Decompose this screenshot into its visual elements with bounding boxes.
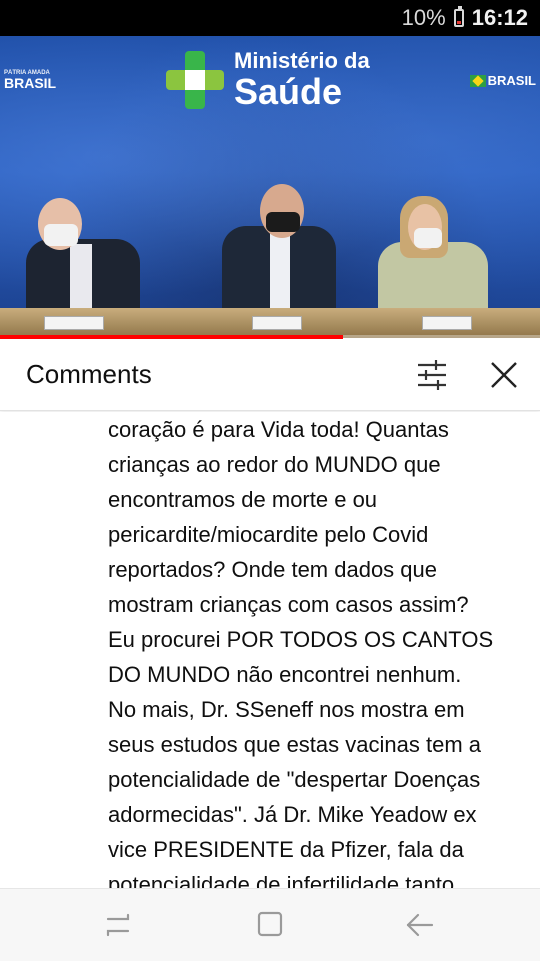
- video-player[interactable]: PÁTRIA AMADA BRASIL Ministério da Saúde …: [0, 36, 540, 338]
- comment-line: mostram crianças com casos assim?: [108, 592, 469, 617]
- comments-header: Comments: [0, 339, 540, 411]
- nameplate: [422, 316, 472, 330]
- comment-line: coração é para Vida toda! Quantas: [108, 417, 449, 442]
- battery-icon: [453, 6, 464, 27]
- recent-apps-button[interactable]: [98, 909, 138, 941]
- back-icon: [406, 913, 434, 937]
- comment-line: potencialidade de infertilidade tanto: [108, 872, 455, 888]
- brazil-flag-icon: [469, 74, 486, 87]
- nameplate: [44, 316, 104, 330]
- system-nav-bar: [0, 888, 540, 961]
- nameplate: [252, 316, 302, 330]
- comment-line: DO MUNDO não encontrei nenhum.: [108, 662, 462, 687]
- battery-percent: 10%: [401, 5, 446, 30]
- sort-filter-button[interactable]: [412, 355, 452, 395]
- ministry-logo-line2: Saúde: [234, 71, 343, 112]
- home-button[interactable]: [250, 909, 290, 941]
- clock: 16:12: [471, 5, 528, 30]
- comment-line: potencialidade de "despertar Doenças: [108, 767, 481, 792]
- close-comments-button[interactable]: [484, 355, 524, 395]
- comment-line: Eu procurei POR TODOS OS CANTOS: [108, 627, 494, 652]
- comment-line: vice PRESIDENTE da Pfizer, fala da: [108, 837, 464, 862]
- comment-line: encontramos de morte e ou: [108, 487, 378, 512]
- home-icon: [257, 911, 283, 937]
- sort-filter-icon: [418, 360, 446, 390]
- brasil-government-logo-right: BRASIL: [469, 74, 536, 87]
- comment-line: seus estudos que estas vacinas tem a: [108, 732, 481, 757]
- status-bar: 10% 16:12: [0, 0, 540, 36]
- health-cross-icon: [166, 51, 224, 109]
- recent-apps-icon: [106, 913, 130, 937]
- close-icon: [491, 362, 517, 388]
- comment-text: coração é para Vida toda! Quantas criança…: [108, 412, 520, 888]
- back-button[interactable]: [400, 909, 440, 941]
- comment-line: pericardite/miocardite pelo Covid: [108, 522, 429, 547]
- ministry-of-health-logo: Ministério da Saúde: [166, 50, 370, 110]
- comments-title: Comments: [26, 359, 152, 389]
- comment-thread[interactable]: coração é para Vida toda! Quantas criança…: [0, 412, 540, 888]
- comment-line: No mais, Dr. SSeneff nos mostra em: [108, 697, 465, 722]
- ministry-logo-line1: Ministério da: [234, 48, 370, 73]
- brasil-government-logo-left: PÁTRIA AMADA BRASIL: [4, 70, 57, 91]
- comment-line: reportados? Onde tem dados que: [108, 557, 438, 582]
- comment-line: adormecidas". Já Dr. Mike Yeadow ex: [108, 802, 477, 827]
- comment-line: crianças ao redor do MUNDO que: [108, 452, 441, 477]
